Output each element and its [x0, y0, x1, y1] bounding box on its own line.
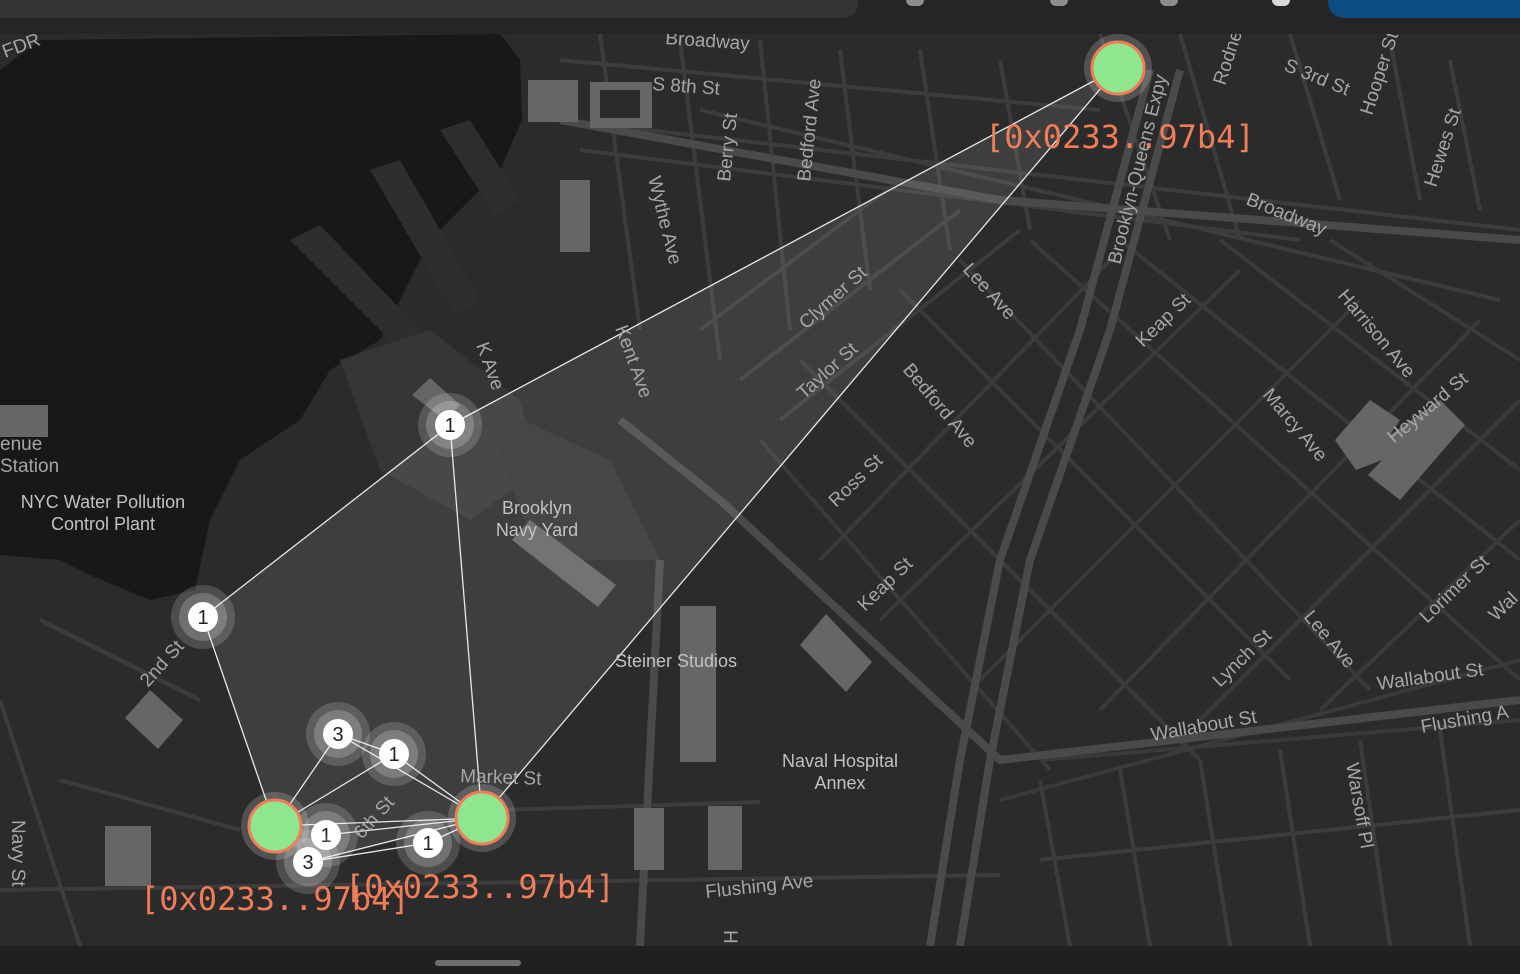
- poi-label: Navy Yard: [496, 520, 578, 540]
- place-label: enue: [0, 434, 42, 455]
- poi-label: Control Plant: [51, 514, 155, 534]
- poi-label: Steiner Studios: [615, 651, 737, 671]
- node-label: [0x0233..97b4]: [345, 868, 615, 906]
- toolbar-icon[interactable]: [1160, 0, 1178, 6]
- cluster-marker[interactable]: 1: [171, 585, 235, 649]
- drag-handle[interactable]: [435, 960, 521, 966]
- toolbar-icon[interactable]: [1050, 0, 1068, 6]
- cluster-count: 1: [422, 833, 433, 855]
- poi-label: NYC Water Pollution: [21, 492, 185, 512]
- bottom-bar: [0, 946, 1520, 974]
- node-marker-left[interactable]: [241, 792, 309, 860]
- poi-label: Brooklyn: [502, 498, 572, 518]
- street-label: H: [719, 930, 740, 944]
- toolbar-icon[interactable]: [906, 0, 924, 6]
- poi-label: Naval Hospital: [782, 751, 898, 771]
- poi-label: Annex: [814, 773, 865, 793]
- node-label: [0x0233..97b4]: [985, 118, 1255, 156]
- place-label: Station: [0, 456, 59, 477]
- street-label: Navy St: [7, 820, 28, 887]
- cluster-count: 1: [444, 415, 455, 437]
- cluster-count: 1: [388, 744, 399, 766]
- cluster-count: 3: [302, 852, 313, 874]
- cluster-marker[interactable]: 1: [362, 722, 426, 786]
- cluster-count: 1: [197, 607, 208, 629]
- top-toolbar: [0, 0, 1520, 34]
- map-canvas[interactable]: Broadway FDR S 8th St Berry St Bedford A…: [0, 34, 1520, 946]
- primary-button[interactable]: [1328, 0, 1520, 18]
- node-marker-right[interactable]: [448, 784, 516, 852]
- cluster-marker[interactable]: 3: [306, 702, 370, 766]
- cluster-count: 3: [332, 724, 343, 746]
- node-marker-top[interactable]: [1084, 34, 1152, 102]
- cluster-marker[interactable]: 1: [418, 393, 482, 457]
- avatar[interactable]: [1272, 0, 1290, 6]
- address-bar[interactable]: [0, 0, 858, 18]
